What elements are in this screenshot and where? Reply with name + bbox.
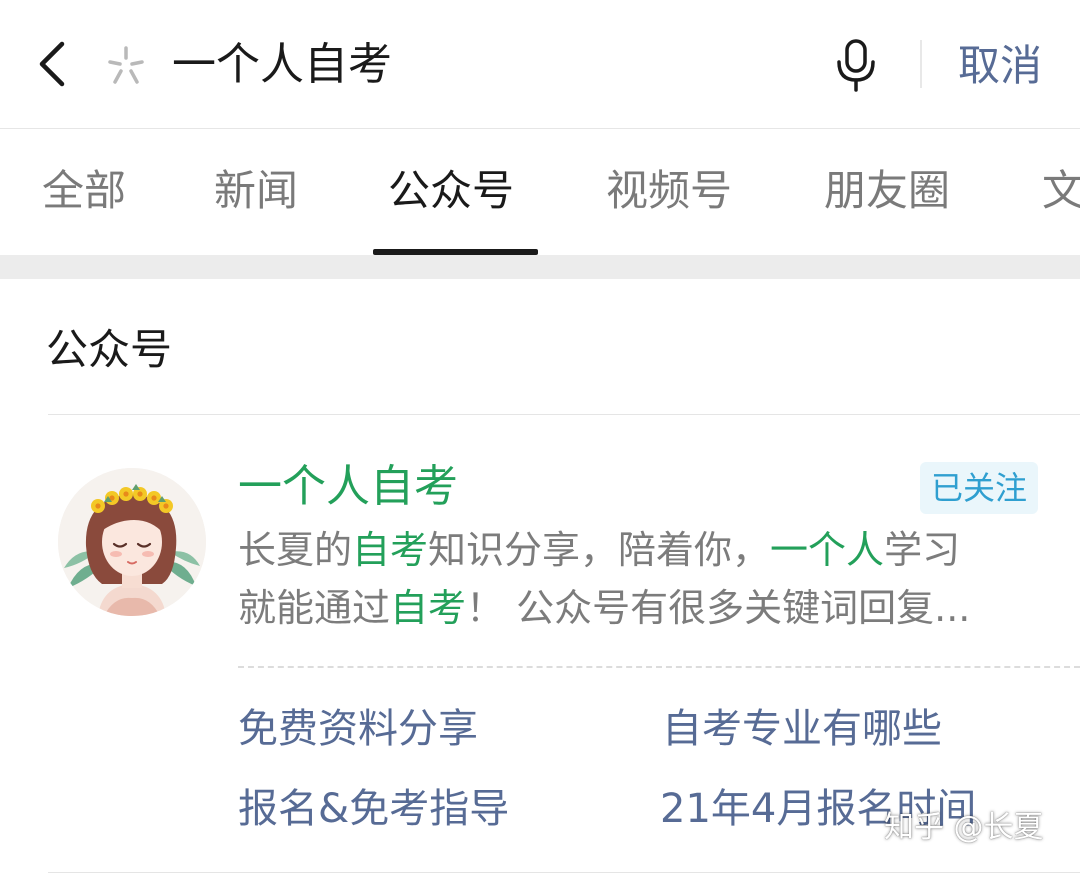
divider xyxy=(920,40,922,88)
menu-item-registration-guide[interactable]: 报名&免考指导 xyxy=(238,782,509,836)
watermark: 知乎 @长夏 xyxy=(884,810,1044,845)
account-description-line-2: 就能通过自考！ 公众号有很多关键词回复... xyxy=(238,582,970,634)
section-title: 公众号 xyxy=(46,325,173,374)
tab-all[interactable]: 全部 xyxy=(42,163,126,219)
chevron-left-icon xyxy=(39,41,65,87)
description-text: 学习 xyxy=(884,528,961,572)
account-name[interactable]: 一个人自考 xyxy=(238,458,458,516)
description-text: 就能通过 xyxy=(238,586,391,630)
follow-status-badge[interactable]: 已关注 xyxy=(920,462,1038,514)
tab-articles[interactable]: 文 xyxy=(1042,163,1080,219)
search-input[interactable]: 一个人自考 xyxy=(172,36,392,94)
menu-item-majors[interactable]: 自考专业有哪些 xyxy=(662,702,942,756)
back-button[interactable] xyxy=(34,40,74,88)
account-description-line-1: 长夏的自考知识分享，陪着你，一个人学习 xyxy=(238,524,960,576)
account-avatar[interactable] xyxy=(58,468,206,616)
avatar-illustration xyxy=(58,468,206,616)
cancel-button[interactable]: 取消 xyxy=(958,38,1042,94)
tab-channels[interactable]: 视频号 xyxy=(606,163,732,219)
divider xyxy=(48,872,1080,873)
description-text: 知识分享，陪着你， xyxy=(428,528,771,572)
menu-item-free-materials[interactable]: 免费资料分享 xyxy=(238,702,478,756)
voice-input-button[interactable] xyxy=(832,38,880,92)
microphone-icon xyxy=(837,39,875,92)
section-separator xyxy=(0,255,1080,279)
tab-moments[interactable]: 朋友圈 xyxy=(824,163,950,219)
description-text: 长夏的 xyxy=(238,528,353,572)
tab-news[interactable]: 新闻 xyxy=(214,163,298,219)
spark-icon xyxy=(104,44,148,88)
tab-official-accounts[interactable]: 公众号 xyxy=(388,163,514,219)
dashed-divider xyxy=(238,666,1080,668)
keyword-highlight: 自考 xyxy=(390,586,467,630)
divider xyxy=(48,414,1080,415)
search-category-tabs: 全部 新闻 公众号 视频号 朋友圈 文 xyxy=(0,129,1080,255)
search-bar: 一个人自考 取消 xyxy=(0,0,1080,129)
keyword-highlight: 一个人 xyxy=(770,528,885,572)
description-text: ！ 公众号有很多关键词回复... xyxy=(466,586,971,630)
keyword-highlight: 自考 xyxy=(352,528,429,572)
